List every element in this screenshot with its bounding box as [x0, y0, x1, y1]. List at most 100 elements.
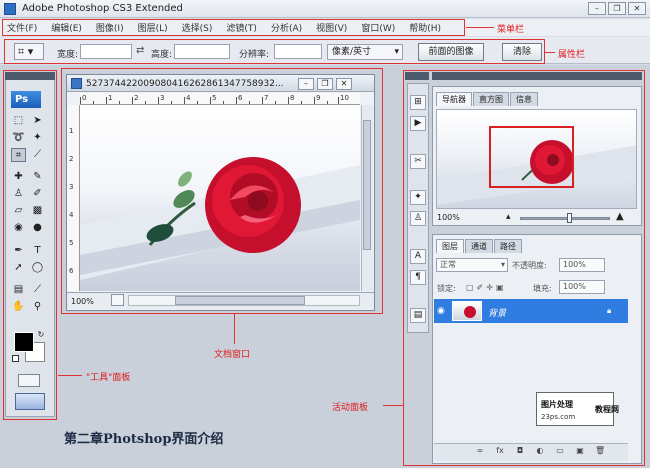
- horizontal-scroll-thumb[interactable]: [175, 296, 305, 305]
- history-panel-icon[interactable]: ⊞: [410, 95, 426, 110]
- doc-maximize-button[interactable]: ❐: [317, 78, 333, 90]
- healing-brush-tool-icon[interactable]: ✚: [11, 170, 26, 184]
- image-canvas[interactable]: [80, 105, 360, 291]
- opacity-input[interactable]: 100%: [559, 258, 605, 272]
- paragraph-panel-icon[interactable]: ¶: [410, 270, 426, 285]
- width-input[interactable]: [80, 44, 132, 59]
- foreground-color-swatch[interactable]: [14, 332, 34, 352]
- vertical-ruler[interactable]: 1 2 3 4 5 6: [67, 105, 80, 291]
- pen-tool-icon[interactable]: ✒: [11, 244, 26, 258]
- opacity-label: 不透明度:: [512, 261, 547, 270]
- document-zoom[interactable]: 100%: [71, 297, 94, 306]
- document-annotation-line: [234, 314, 235, 344]
- clone-source-icon[interactable]: ♙: [410, 211, 426, 226]
- clone-stamp-tool-icon[interactable]: ♙: [11, 187, 26, 201]
- tab-paths[interactable]: 路径: [494, 239, 522, 253]
- doc-minimize-button[interactable]: –: [298, 78, 314, 90]
- status-info-button[interactable]: [111, 294, 124, 306]
- move-tool-icon[interactable]: ➤: [30, 114, 45, 128]
- dodge-tool-icon[interactable]: ●: [30, 221, 45, 235]
- zoom-tool-icon[interactable]: ⚲: [30, 300, 45, 314]
- lock-label: 锁定:: [437, 284, 456, 293]
- swap-colors-icon[interactable]: ↻: [36, 328, 46, 342]
- eye-icon[interactable]: ◉: [437, 306, 445, 316]
- tab-histogram[interactable]: 直方图: [473, 92, 509, 106]
- actions-panel-icon[interactable]: ▶: [410, 116, 426, 131]
- brush-tool-icon[interactable]: ✎: [30, 170, 45, 184]
- hand-tool-icon[interactable]: ✋: [11, 300, 26, 314]
- marquee-tool-icon[interactable]: ⬚: [11, 114, 26, 128]
- screen-mode-button[interactable]: [15, 393, 45, 410]
- lock-options-icons[interactable]: ▢✐✛▣: [466, 283, 507, 292]
- toolbox-annotation: "工具"面板: [86, 373, 131, 383]
- default-colors-icon[interactable]: [12, 355, 19, 362]
- link-layers-icon[interactable]: ∞: [475, 446, 485, 456]
- history-brush-tool-icon[interactable]: ✐: [30, 187, 45, 201]
- fill-value: 100%: [563, 282, 586, 291]
- tab-layers[interactable]: 图层: [436, 239, 464, 253]
- resolution-input[interactable]: [274, 44, 322, 59]
- unit-select[interactable]: 像素/英寸 ▾: [327, 44, 403, 60]
- front-image-button[interactable]: 前面的图像: [418, 43, 484, 61]
- panels-annotation: 活动面板: [332, 403, 369, 413]
- notes-tool-icon[interactable]: ▤: [11, 283, 26, 297]
- new-layer-icon[interactable]: ▣: [575, 446, 585, 456]
- ruler-v-label: 2: [69, 155, 74, 163]
- gradient-tool-icon[interactable]: ▩: [30, 204, 45, 218]
- chevron-down-icon: ▾: [500, 260, 505, 269]
- clear-button[interactable]: 清除: [502, 43, 542, 61]
- delete-layer-icon[interactable]: 🗑︎: [595, 446, 605, 456]
- chevron-down-icon: ▾: [394, 47, 399, 57]
- layer-thumbnail: [452, 301, 482, 321]
- layer-style-icon[interactable]: fx: [495, 446, 505, 456]
- doc-close-button[interactable]: ✕: [336, 78, 352, 90]
- close-button[interactable]: ✕: [628, 2, 646, 15]
- watermark-line3: 23ps.com: [541, 413, 576, 421]
- tab-navigator[interactable]: 导航器: [436, 92, 472, 106]
- adjustment-layer-icon[interactable]: ◐: [535, 446, 545, 456]
- quick-mask-button[interactable]: [18, 374, 40, 387]
- eyedropper-tool-icon[interactable]: ⟋: [30, 283, 45, 297]
- panel-dock-header[interactable]: [432, 72, 642, 80]
- tool-presets-icon[interactable]: ✂: [410, 154, 426, 169]
- fill-input[interactable]: 100%: [559, 280, 605, 294]
- character-panel-icon[interactable]: A: [410, 249, 426, 264]
- menubar-annotation-line: [466, 27, 494, 28]
- type-tool-icon[interactable]: T: [30, 244, 45, 258]
- minimize-button[interactable]: –: [588, 2, 606, 15]
- ps-logo[interactable]: Ps: [11, 91, 41, 108]
- layer-mask-icon[interactable]: ◘: [515, 446, 525, 456]
- icon-dock-header[interactable]: [405, 72, 429, 80]
- slice-tool-icon[interactable]: ⟋: [30, 148, 45, 162]
- options-annotation-line: [545, 52, 555, 53]
- blur-tool-icon[interactable]: ◉: [11, 221, 26, 235]
- vertical-scroll-thumb[interactable]: [363, 120, 371, 250]
- navigator-zoom-slider[interactable]: [520, 217, 610, 220]
- ruler-v-label: 4: [69, 211, 74, 219]
- swap-icon[interactable]: ⇄: [136, 45, 144, 56]
- shape-tool-icon[interactable]: ◯: [30, 261, 45, 275]
- navigator-view-box[interactable]: [489, 126, 574, 188]
- crop-tool-icon[interactable]: ⌗: [11, 148, 26, 162]
- toolbox-header[interactable]: [5, 72, 55, 80]
- magic-wand-tool-icon[interactable]: ✦: [30, 131, 45, 145]
- photoshop-app-icon: [4, 2, 16, 15]
- zoom-in-icon[interactable]: ▲: [616, 211, 624, 222]
- lasso-tool-icon[interactable]: ➰: [11, 131, 26, 145]
- eraser-tool-icon[interactable]: ▱: [11, 204, 26, 218]
- zoom-out-icon[interactable]: ▴: [506, 212, 511, 222]
- blend-mode-select[interactable]: 正常 ▾: [436, 258, 508, 272]
- path-selection-tool-icon[interactable]: ➚: [11, 261, 26, 275]
- layer-comps-icon[interactable]: ▤: [410, 308, 426, 323]
- navigator-zoom[interactable]: 100%: [437, 213, 460, 222]
- ruler-v-label: 1: [69, 127, 74, 135]
- tab-channels[interactable]: 通道: [465, 239, 493, 253]
- brushes-panel-icon[interactable]: ✦: [410, 190, 426, 205]
- new-group-icon[interactable]: ▭: [555, 446, 565, 456]
- crop-tool-preset[interactable]: ⌗ ▾: [14, 43, 44, 60]
- navigator-slider-knob[interactable]: [567, 213, 572, 223]
- tab-info[interactable]: 信息: [510, 92, 538, 106]
- restore-button[interactable]: ❐: [608, 2, 626, 15]
- horizontal-ruler[interactable]: 0 1 2 3 4 5 6 7 8 9 10: [80, 93, 360, 105]
- height-input[interactable]: [174, 44, 230, 59]
